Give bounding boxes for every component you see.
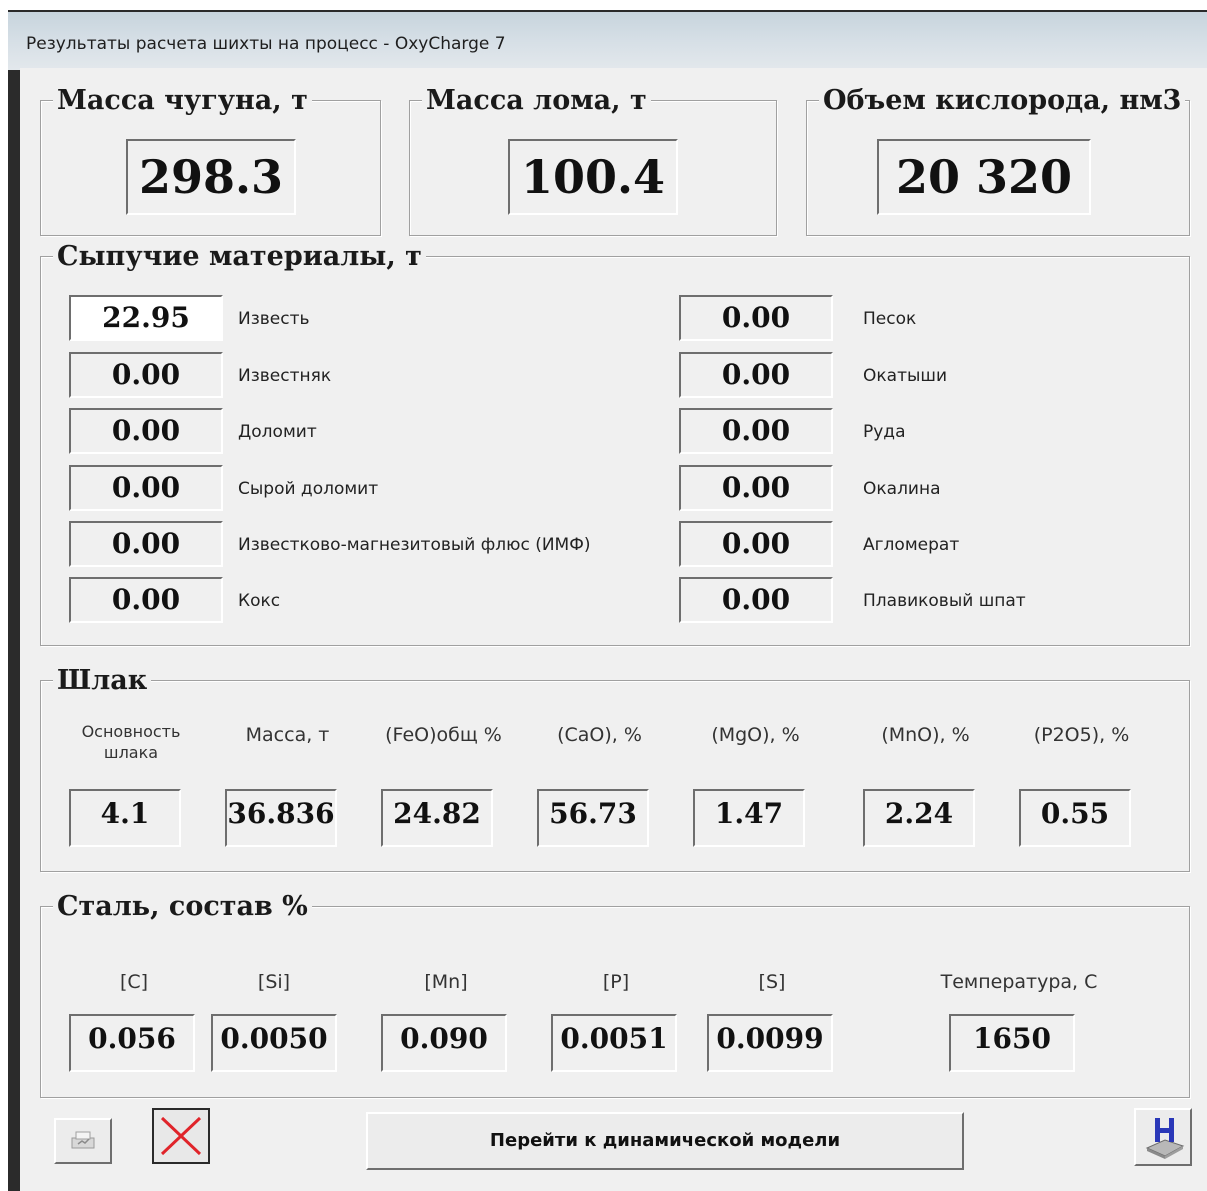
slag-legend: Шлак: [53, 664, 152, 698]
bulk-materials-legend: Сыпучие материалы, т: [53, 240, 426, 274]
slag-mass-field: 36.836: [225, 789, 337, 847]
print-icon: [70, 1130, 96, 1152]
steel-c-header: [C]: [119, 971, 149, 993]
raw-dolomite-field[interactable]: 0.00: [69, 465, 223, 511]
slag-basicity-field: 4.1: [69, 789, 181, 847]
slag-cao-header: (CaO), %: [557, 724, 642, 746]
lime-field[interactable]: 22.95: [69, 295, 223, 341]
dialog-body: Масса чугуна, т 298.3 Масса лома, т 100.…: [20, 68, 1207, 1191]
oxygen-volume-legend: Объем кислорода, нм3: [819, 84, 1186, 118]
steel-mn-field: 0.090: [381, 1014, 507, 1072]
dolomite-label: Доломит: [238, 422, 317, 442]
ore-label: Руда: [863, 422, 906, 442]
dolomite-field[interactable]: 0.00: [69, 408, 223, 454]
close-x-icon: [158, 1114, 204, 1158]
imf-flux-field[interactable]: 0.00: [69, 521, 223, 567]
iron-mass-legend: Масса чугуна, т: [53, 84, 312, 118]
title-bar[interactable]: Результаты расчета шихты на процесс - Ox…: [8, 10, 1207, 70]
close-button[interactable]: [152, 1108, 210, 1164]
slag-mno-field: 2.24: [863, 789, 975, 847]
sand-field[interactable]: 0.00: [679, 295, 833, 341]
pellets-label: Окатыши: [863, 366, 947, 386]
app-window: Результаты расчета шихты на процесс - Ox…: [8, 10, 1207, 1191]
mill-scale-label: Окалина: [863, 479, 941, 499]
scrap-mass-legend: Масса лома, т: [422, 84, 651, 118]
steel-s-header: [S]: [758, 971, 786, 993]
slag-mass-header: Масса, т: [245, 724, 330, 746]
slag-feo-header: (FeO)общ %: [385, 724, 502, 746]
raw-dolomite-label: Сырой доломит: [238, 479, 379, 499]
iron-mass-field: 298.3: [126, 139, 296, 215]
slag-p2o5-header: (P2O5), %: [1033, 724, 1130, 746]
sinter-label: Агломерат: [863, 535, 960, 555]
window-title: Результаты расчета шихты на процесс - Ox…: [26, 34, 506, 54]
scrap-mass-field: 100.4: [508, 139, 678, 215]
steel-p-field: 0.0051: [551, 1014, 677, 1072]
oxygen-volume-field: 20 320: [877, 139, 1091, 215]
imf-flux-label: Известково-магнезитовый флюс (ИМФ): [238, 535, 591, 555]
sand-label: Песок: [863, 309, 917, 329]
iron-mass-group: Масса чугуна, т 298.3: [40, 84, 381, 236]
sinter-field[interactable]: 0.00: [679, 521, 833, 567]
slag-mgo-header: (MgO), %: [711, 724, 800, 746]
steel-group: Сталь, состав % [C] 0.056 [Si] 0.0050 [M…: [40, 890, 1190, 1098]
slag-group: Шлак Основность шлака 4.1 Масса, т 36.83…: [40, 664, 1190, 872]
limestone-label: Известняк: [238, 366, 332, 386]
fluorspar-label: Плавиковый шпат: [863, 591, 1026, 611]
steel-mn-header: [Mn]: [424, 971, 468, 993]
slag-cao-field: 56.73: [537, 789, 649, 847]
coke-field[interactable]: 0.00: [69, 577, 223, 623]
slag-basicity-header: Основность шлака: [81, 722, 181, 762]
scrap-mass-group: Масса лома, т 100.4: [409, 84, 777, 236]
steel-temperature-field: 1650: [949, 1014, 1075, 1072]
print-button[interactable]: [54, 1118, 112, 1164]
coke-label: Кокс: [238, 591, 281, 611]
pellets-field[interactable]: 0.00: [679, 352, 833, 398]
steel-s-field: 0.0099: [707, 1014, 833, 1072]
steel-p-header: [P]: [602, 971, 630, 993]
fluorspar-field[interactable]: 0.00: [679, 577, 833, 623]
help-h-icon: [1141, 1114, 1187, 1160]
mill-scale-field[interactable]: 0.00: [679, 465, 833, 511]
steel-si-field: 0.0050: [211, 1014, 337, 1072]
steel-si-header: [Si]: [257, 971, 291, 993]
help-button[interactable]: [1134, 1108, 1192, 1166]
steel-temperature-header: Температура, С: [940, 971, 1098, 993]
lime-label: Известь: [238, 309, 310, 329]
oxygen-volume-group: Объем кислорода, нм3 20 320: [806, 84, 1190, 236]
limestone-field[interactable]: 0.00: [69, 352, 223, 398]
steel-c-field: 0.056: [69, 1014, 195, 1072]
slag-p2o5-field: 0.55: [1019, 789, 1131, 847]
bulk-materials-group: Сыпучие материалы, т 22.95 Известь 0.00 …: [40, 240, 1190, 646]
ore-field[interactable]: 0.00: [679, 408, 833, 454]
slag-mno-header: (MnO), %: [881, 724, 970, 746]
steel-legend: Сталь, состав %: [53, 890, 312, 924]
slag-mgo-field: 1.47: [693, 789, 805, 847]
dynamic-model-button[interactable]: Перейти к динамической модели: [366, 1112, 964, 1170]
slag-feo-field: 24.82: [381, 789, 493, 847]
